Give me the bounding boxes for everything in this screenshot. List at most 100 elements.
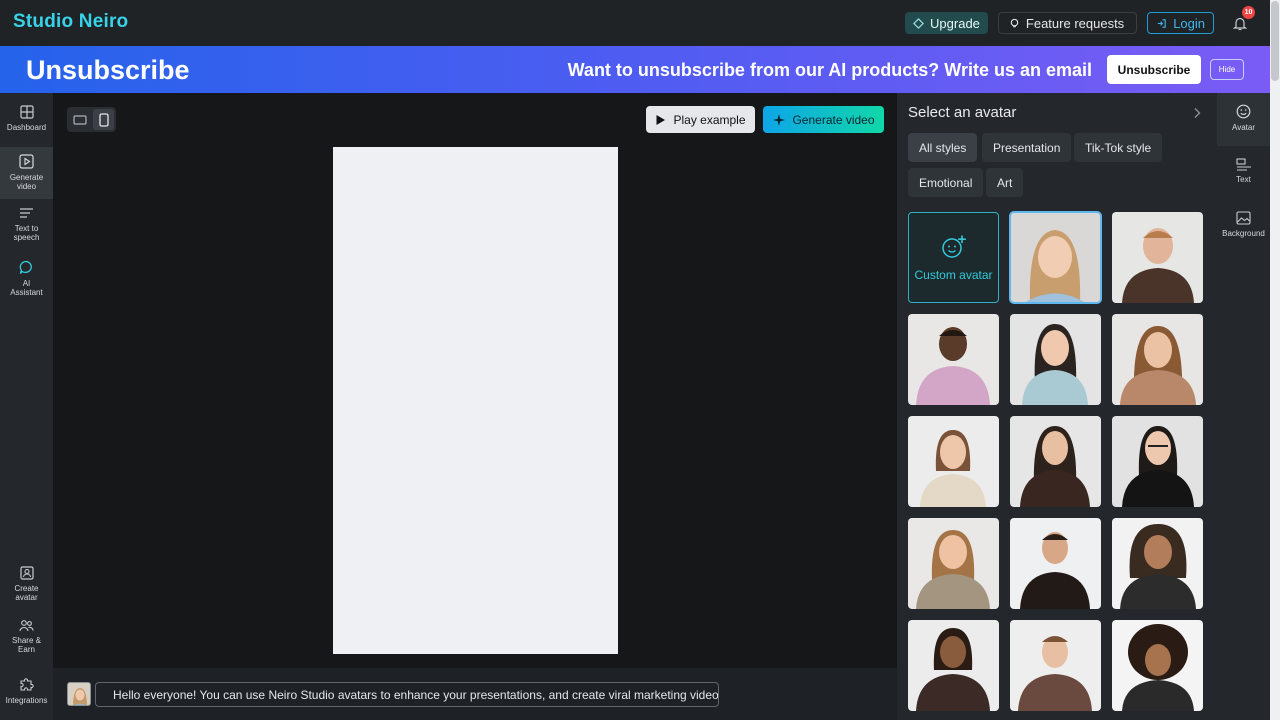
play-square-icon xyxy=(19,154,34,169)
avatar-tile[interactable] xyxy=(1112,620,1203,711)
sidebar-item-label: Text to speech xyxy=(13,224,40,242)
custom-avatar-tile[interactable]: Custom avatar xyxy=(908,212,999,303)
sidebar-item-label: Integrations xyxy=(5,696,48,705)
video-canvas-area: Play example Generate video Hello everyo… xyxy=(53,93,897,720)
avatar-tile[interactable] xyxy=(908,314,999,405)
tool-background[interactable]: Background xyxy=(1217,211,1270,238)
avatar-panel: Select an avatar All styles Presentation… xyxy=(897,93,1217,720)
puzzle-icon xyxy=(20,678,34,691)
page-scrollbar[interactable] xyxy=(1270,0,1280,720)
custom-avatar-label: Custom avatar xyxy=(914,267,993,282)
avatar-portrait-image xyxy=(1112,314,1203,405)
chevron-right-icon xyxy=(1194,108,1201,118)
avatar-tile[interactable] xyxy=(908,518,999,609)
filter-chip-art[interactable]: Art xyxy=(986,168,1024,197)
banner-title: Unsubscribe xyxy=(26,55,190,85)
avatar-portrait-image xyxy=(1112,212,1203,303)
sidebar-item-create-avatar[interactable]: Create avatar xyxy=(0,566,53,602)
avatar-portrait-image xyxy=(1112,518,1203,609)
filter-chip-all-styles[interactable]: All styles xyxy=(908,133,978,162)
orientation-toggle xyxy=(67,107,116,132)
video-preview[interactable] xyxy=(333,147,618,654)
notification-badge: 10 xyxy=(1242,6,1255,19)
tool-strip: Avatar Text Background xyxy=(1217,93,1270,720)
hide-banner-button[interactable]: Hide xyxy=(1210,59,1244,80)
image-icon xyxy=(1236,211,1251,225)
landscape-toggle-button[interactable] xyxy=(69,109,90,130)
avatar-tile[interactable] xyxy=(1010,518,1101,609)
avatar-tile[interactable] xyxy=(1112,416,1203,507)
login-label: Login xyxy=(1173,15,1205,31)
smiley-icon xyxy=(1236,104,1251,119)
sidebar-item-integrations[interactable]: Integrations xyxy=(0,677,53,705)
tool-text[interactable]: Text xyxy=(1217,158,1270,184)
script-input[interactable]: Hello everyone! You can use Neiro Studio… xyxy=(95,682,719,707)
avatar-tile[interactable] xyxy=(1010,620,1101,711)
sparkle-icon xyxy=(773,113,786,126)
play-icon xyxy=(656,114,666,125)
brand-logo[interactable]: Studio Neiro xyxy=(13,11,128,33)
sidebar-item-label: Share & Earn xyxy=(12,636,41,654)
avatar-thumbnail-image xyxy=(68,683,90,705)
generate-video-label: Generate video xyxy=(792,112,875,127)
banner-message: Want to unsubscribe from our AI products… xyxy=(567,60,1092,80)
tool-avatar[interactable]: Avatar xyxy=(1217,93,1270,146)
upgrade-button[interactable]: Upgrade xyxy=(905,12,988,34)
avatar-portrait-image xyxy=(1010,518,1101,609)
login-button[interactable]: Login xyxy=(1147,12,1214,34)
sidebar-item-label: Dashboard xyxy=(6,123,47,132)
unsubscribe-banner: Unsubscribe Want to unsubscribe from our… xyxy=(0,46,1270,93)
login-icon xyxy=(1158,18,1166,28)
filter-chip-presentation[interactable]: Presentation xyxy=(982,133,1072,162)
sidebar-item-ai-assistant[interactable]: AI Assistant xyxy=(0,260,53,297)
portrait-toggle-button[interactable] xyxy=(93,109,114,130)
script-text: Hello everyone! You can use Neiro Studio… xyxy=(113,687,719,702)
avatar-tile[interactable] xyxy=(1010,314,1101,405)
notifications-button[interactable]: 10 xyxy=(1230,6,1255,33)
sidebar-item-dashboard[interactable]: Dashboard xyxy=(0,105,53,132)
filter-chip-emotional[interactable]: Emotional xyxy=(908,168,984,197)
landscape-icon xyxy=(72,114,87,125)
sidebar-item-label: Create avatar xyxy=(14,584,39,602)
scrollbar-thumb[interactable] xyxy=(1271,1,1279,81)
upgrade-label: Upgrade xyxy=(930,15,980,31)
filter-chip-tiktok-style[interactable]: Tik-Tok style xyxy=(1074,133,1163,162)
text-lines-icon xyxy=(20,208,33,218)
avatar-panel-title: Select an avatar xyxy=(908,104,1017,121)
text-tool-icon xyxy=(1235,158,1251,171)
sidebar-item-share-earn[interactable]: Share & Earn xyxy=(0,619,53,654)
avatar-tile[interactable] xyxy=(1112,212,1203,303)
sidebar-item-text-to-speech[interactable]: Text to speech xyxy=(0,207,53,242)
avatar-portrait-image xyxy=(908,314,999,405)
feature-requests-label: Feature requests xyxy=(1025,15,1125,31)
avatar-portrait-image xyxy=(908,518,999,609)
tool-label: Background xyxy=(1222,229,1265,238)
feature-requests-button[interactable]: Feature requests xyxy=(997,12,1138,34)
avatar-tile[interactable] xyxy=(908,416,999,507)
sidebar-item-label: Generate video xyxy=(9,173,44,191)
users-icon xyxy=(19,620,34,632)
dashboard-icon xyxy=(19,105,34,119)
unsubscribe-button[interactable]: Unsubscribe xyxy=(1107,55,1201,84)
avatar-portrait-image xyxy=(1010,212,1101,303)
tool-label: Text xyxy=(1236,175,1251,184)
avatar-tile[interactable] xyxy=(1112,518,1203,609)
script-bar: Hello everyone! You can use Neiro Studio… xyxy=(53,668,897,720)
collapse-panel-button[interactable] xyxy=(1193,106,1201,124)
avatar-tile[interactable] xyxy=(1112,314,1203,405)
avatar-portrait-image xyxy=(1010,620,1101,711)
avatar-tile[interactable] xyxy=(1010,416,1101,507)
avatar-portrait-image xyxy=(1010,314,1101,405)
avatar-portrait-image xyxy=(1010,416,1101,507)
play-example-label: Play example xyxy=(673,112,746,127)
avatar-tile[interactable] xyxy=(1009,211,1102,304)
avatar-portrait-image xyxy=(1112,416,1203,507)
top-bar: Studio Neiro Upgrade Feature requests Lo… xyxy=(0,0,1270,46)
left-sidebar: Dashboard Generate video Text to speech … xyxy=(0,93,53,720)
avatar-tile[interactable] xyxy=(908,620,999,711)
add-face-icon xyxy=(941,235,966,258)
sidebar-item-generate-video[interactable]: Generate video xyxy=(0,147,53,199)
play-example-button[interactable]: Play example xyxy=(646,106,755,133)
selected-avatar-thumbnail[interactable] xyxy=(67,682,91,706)
generate-video-button[interactable]: Generate video xyxy=(763,106,884,133)
